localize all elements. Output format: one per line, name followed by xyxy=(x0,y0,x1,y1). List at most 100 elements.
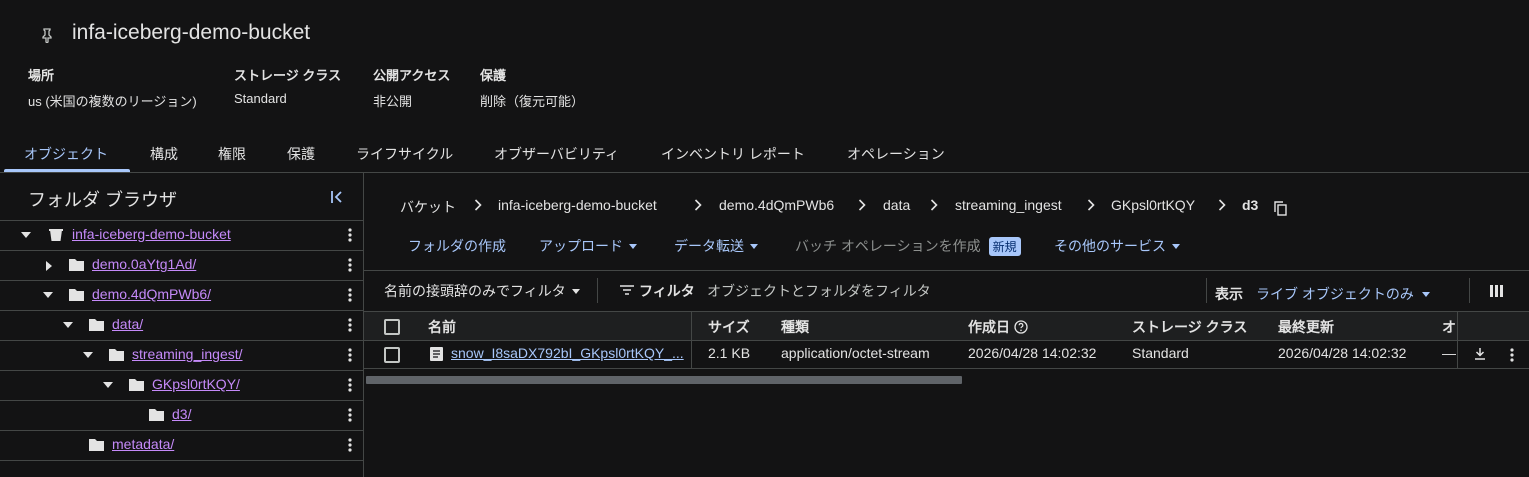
tree-item-label[interactable]: GKpsl0rtKQY/ xyxy=(152,376,240,392)
dropdown-arrow-icon xyxy=(1172,243,1180,249)
meta-protection: 保護 削除（復元可能） xyxy=(480,65,584,110)
other-services-button[interactable]: その他のサービス xyxy=(1054,236,1180,256)
breadcrumb-item[interactable]: streaming_ingest xyxy=(955,197,1062,213)
view-label: 表示 xyxy=(1215,286,1243,302)
dropdown-arrow-icon xyxy=(1421,291,1430,297)
tab-lifecycle[interactable]: ライフサイクル xyxy=(356,144,453,166)
column-header-storage-class[interactable]: ストレージ クラス xyxy=(1132,317,1247,337)
dropdown-arrow-icon xyxy=(750,243,758,249)
horizontal-scrollbar[interactable] xyxy=(366,376,962,384)
tree-item[interactable]: streaming_ingest/ xyxy=(0,340,363,370)
copy-icon[interactable] xyxy=(1274,201,1287,216)
breadcrumb-item[interactable]: バケット xyxy=(400,197,456,217)
more-vert-icon[interactable] xyxy=(340,343,360,367)
column-header-updated[interactable]: 最終更新 xyxy=(1278,317,1334,337)
folder-icon xyxy=(88,438,105,452)
tree-item[interactable]: d3/ xyxy=(0,400,363,430)
file-type: application/octet-stream xyxy=(781,345,930,361)
more-vert-icon[interactable] xyxy=(340,253,360,277)
meta-location: 場所 us (米国の複数のリージョン) xyxy=(28,65,197,110)
chevron-down-icon[interactable] xyxy=(82,351,94,359)
batch-operations-button[interactable]: バッチ オペレーションを作成 新規 xyxy=(795,236,1021,256)
tab-protection[interactable]: 保護 xyxy=(287,144,315,166)
breadcrumb-item[interactable]: data xyxy=(883,197,910,213)
more-vert-icon[interactable] xyxy=(340,433,360,457)
column-header-extra[interactable]: オ xyxy=(1442,317,1456,337)
filter-input[interactable]: オブジェクトとフォルダをフィルタ xyxy=(707,281,1197,301)
file-storage-class: Standard xyxy=(1132,345,1189,361)
pin-icon[interactable] xyxy=(40,27,54,43)
meta-value: Standard xyxy=(234,91,287,106)
tree-item-label[interactable]: metadata/ xyxy=(112,436,174,452)
tree-item-label[interactable]: infa-iceberg-demo-bucket xyxy=(72,226,231,242)
chevron-right-icon xyxy=(474,199,482,211)
filter-label: フィルタ xyxy=(639,283,695,299)
prefix-filter-dropdown[interactable]: 名前の接頭辞のみでフィルタ xyxy=(384,281,580,301)
column-header-created-label: 作成日 xyxy=(968,319,1010,335)
filter-list-icon xyxy=(620,285,634,295)
chevron-down-icon[interactable] xyxy=(62,321,74,329)
create-folder-button[interactable]: フォルダの作成 xyxy=(408,236,506,256)
breadcrumb-item[interactable]: GKpsl0rtKQY xyxy=(1111,197,1195,213)
meta-label: ストレージ クラス xyxy=(234,68,342,83)
tree-item-label[interactable]: streaming_ingest/ xyxy=(132,346,243,362)
folder-icon xyxy=(148,408,165,422)
select-all-checkbox[interactable] xyxy=(384,319,400,335)
more-vert-icon[interactable] xyxy=(340,283,360,307)
more-vert-icon[interactable] xyxy=(340,223,360,247)
tree-item[interactable]: demo.4dQmPWb6/ xyxy=(0,280,363,310)
file-name-link[interactable]: snow_I8saDX792bI_GKpsl0rtKQY_... xyxy=(451,345,684,361)
file-created: 2026/04/28 14:02:32 xyxy=(968,345,1097,361)
table-header-row xyxy=(364,311,1529,341)
tree-item[interactable]: data/ xyxy=(0,310,363,340)
filter-bar-top-divider xyxy=(364,270,1529,271)
meta-storage-class: ストレージ クラス Standard xyxy=(234,65,341,106)
upload-button[interactable]: アップロード xyxy=(539,236,637,256)
tab-configuration[interactable]: 構成 xyxy=(150,144,178,166)
tree-item-label[interactable]: demo.4dQmPWb6/ xyxy=(92,286,211,302)
help-icon[interactable] xyxy=(1014,320,1028,334)
chevron-right-icon xyxy=(1087,199,1095,211)
folder-browser-title: フォルダ ブラウザ xyxy=(28,190,178,210)
more-vert-icon[interactable] xyxy=(340,313,360,337)
tab-operations[interactable]: オペレーション xyxy=(847,144,945,166)
chevron-down-icon[interactable] xyxy=(42,291,54,299)
column-header-type[interactable]: 種類 xyxy=(781,317,809,337)
tree-item-label[interactable]: demo.0aYtg1Ad/ xyxy=(92,256,196,272)
column-header-created[interactable]: 作成日 xyxy=(968,317,1028,337)
tree-item[interactable]: metadata/ xyxy=(0,430,363,460)
tree-item[interactable]: demo.0aYtg1Ad/ xyxy=(0,250,363,280)
column-display-icon[interactable] xyxy=(1490,285,1504,297)
breadcrumb-item[interactable]: demo.4dQmPWb6 xyxy=(719,197,834,213)
chevron-right-icon[interactable] xyxy=(45,260,53,272)
tree-item-label[interactable]: data/ xyxy=(112,316,143,332)
folder-icon xyxy=(128,378,145,392)
more-vert-icon[interactable] xyxy=(1502,343,1522,367)
chevron-down-icon[interactable] xyxy=(102,381,114,389)
chevron-right-icon xyxy=(858,199,866,211)
create-folder-label: フォルダの作成 xyxy=(408,238,506,254)
column-header-size[interactable]: サイズ xyxy=(708,317,750,337)
more-vert-icon[interactable] xyxy=(340,373,360,397)
tab-permissions[interactable]: 権限 xyxy=(218,144,246,166)
view-dropdown[interactable]: ライブ オブジェクトのみ xyxy=(1256,284,1430,304)
row-checkbox[interactable] xyxy=(384,347,400,363)
tab-inventory-reports[interactable]: インベントリ レポート xyxy=(661,144,805,166)
tab-objects[interactable]: オブジェクト xyxy=(24,144,108,166)
chevron-down-icon[interactable] xyxy=(20,231,32,239)
tree-item[interactable]: GKpsl0rtKQY/ xyxy=(0,370,363,400)
data-transfer-button[interactable]: データ転送 xyxy=(674,236,758,256)
folder-icon xyxy=(88,318,105,332)
more-vert-icon[interactable] xyxy=(340,403,360,427)
prefix-filter-label: 名前の接頭辞のみでフィルタ xyxy=(384,283,566,299)
tree-item[interactable]: infa-iceberg-demo-bucket xyxy=(0,220,363,250)
view-value: ライブ オブジェクトのみ xyxy=(1256,286,1414,302)
download-icon[interactable] xyxy=(1474,347,1486,360)
tab-observability[interactable]: オブザーバビリティ xyxy=(494,144,619,166)
collapse-panel-icon[interactable] xyxy=(329,189,345,205)
file-updated: 2026/04/28 14:02:32 xyxy=(1278,345,1407,361)
column-header-name[interactable]: 名前 xyxy=(428,317,456,337)
tree-item-label[interactable]: d3/ xyxy=(172,406,191,422)
dropdown-arrow-icon xyxy=(629,243,637,249)
breadcrumb-item[interactable]: infa-iceberg-demo-bucket xyxy=(498,197,657,213)
